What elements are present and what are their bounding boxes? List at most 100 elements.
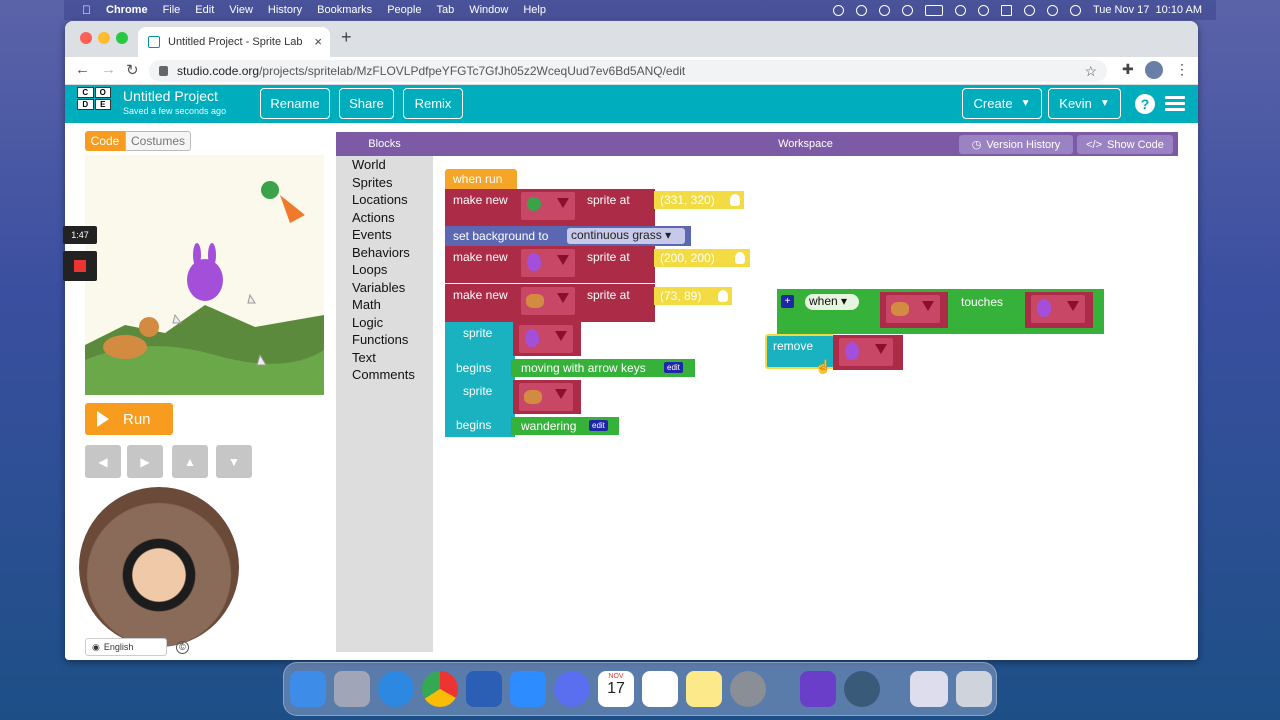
- menu-window[interactable]: Window: [469, 4, 508, 16]
- volume-icon[interactable]: [855, 4, 867, 16]
- copyright-icon[interactable]: ©: [176, 641, 189, 654]
- word-icon[interactable]: [466, 671, 502, 707]
- wifi-icon[interactable]: [954, 4, 966, 16]
- forward-arrow-icon[interactable]: →: [101, 61, 116, 78]
- costume-dropdown[interactable]: [521, 287, 575, 315]
- sprite-selector-block[interactable]: [513, 380, 581, 414]
- system-preferences-icon[interactable]: [730, 671, 766, 707]
- url-field[interactable]: studio.code.org/projects/spritelab/MzFLO…: [149, 60, 1107, 82]
- profile-avatar[interactable]: [1145, 61, 1163, 79]
- when-touches-event-block[interactable]: + when ▾ touches: [777, 289, 1104, 334]
- rename-button[interactable]: Rename: [260, 88, 330, 119]
- apple-menu-icon[interactable]: : [82, 3, 91, 17]
- siri-icon[interactable]: [1069, 4, 1081, 16]
- menu-file[interactable]: File: [163, 4, 181, 16]
- time-machine-icon[interactable]: [878, 4, 890, 16]
- sprite-selector-block[interactable]: [1025, 292, 1093, 328]
- hamburger-menu-icon[interactable]: [1165, 96, 1185, 112]
- category-logic[interactable]: Logic: [352, 315, 383, 330]
- make-new-sprite-block[interactable]: make new sprite at: [445, 246, 655, 283]
- location-value-block[interactable]: (73, 89): [654, 287, 732, 305]
- make-new-sprite-block[interactable]: make new sprite at: [445, 189, 655, 226]
- sprite-begins-behavior-block[interactable]: sprite begins: [445, 322, 515, 380]
- battery-icon[interactable]: [924, 4, 943, 16]
- create-dropdown[interactable]: Create ▼: [962, 88, 1042, 119]
- code-mode-toggle[interactable]: Code: [85, 131, 125, 151]
- flag-icon[interactable]: [1000, 4, 1012, 16]
- calendar-icon[interactable]: NOV 17: [598, 671, 634, 707]
- menu-edit[interactable]: Edit: [195, 4, 214, 16]
- category-comments[interactable]: Comments: [352, 367, 415, 382]
- costume-dropdown[interactable]: [1031, 295, 1085, 323]
- browser-tab[interactable]: Untitled Project - Sprite Lab ×: [138, 27, 330, 57]
- back-arrow-icon[interactable]: ←: [75, 61, 90, 78]
- category-actions[interactable]: Actions: [352, 210, 395, 225]
- imovie-icon[interactable]: [800, 671, 836, 707]
- browser-menu-icon[interactable]: ⋮: [1175, 61, 1189, 78]
- location-value-block[interactable]: (200, 200): [654, 249, 750, 267]
- close-window-button[interactable]: [80, 32, 92, 44]
- quicktime-icon[interactable]: [844, 671, 880, 707]
- reminders-icon[interactable]: [642, 671, 678, 707]
- game-stage[interactable]: [85, 155, 324, 395]
- category-variables[interactable]: Variables: [352, 280, 405, 295]
- screenshot-thumb-icon[interactable]: [910, 671, 948, 707]
- location-value-block[interactable]: (331, 320): [654, 191, 744, 209]
- help-icon[interactable]: ?: [1135, 94, 1155, 114]
- sprite-begins-behavior-block[interactable]: sprite begins: [445, 380, 515, 437]
- trash-icon[interactable]: [956, 671, 992, 707]
- menu-history[interactable]: History: [268, 4, 302, 16]
- costume-dropdown[interactable]: [839, 338, 893, 366]
- menu-chrome[interactable]: Chrome: [106, 4, 148, 16]
- right-arrow-button[interactable]: ▶: [127, 445, 163, 478]
- set-background-block[interactable]: set background to continuous grass ▾: [445, 226, 691, 246]
- bookmark-star-icon[interactable]: ☆: [1084, 60, 1097, 82]
- new-tab-button[interactable]: +: [341, 27, 352, 48]
- when-run-block[interactable]: when run: [445, 169, 517, 189]
- maximize-window-button[interactable]: [116, 32, 128, 44]
- minimize-window-button[interactable]: [98, 32, 110, 44]
- costume-dropdown[interactable]: [886, 295, 940, 323]
- language-select[interactable]: ◉ English: [85, 638, 167, 656]
- category-functions[interactable]: Functions: [352, 332, 408, 347]
- status-icon[interactable]: [832, 4, 844, 16]
- behavior-block[interactable]: wandering edit: [511, 417, 619, 435]
- location-picker-icon[interactable]: [735, 252, 745, 264]
- costume-dropdown[interactable]: [519, 325, 573, 353]
- sprite-selector-block[interactable]: [880, 292, 948, 328]
- extensions-puzzle-icon[interactable]: ✚: [1122, 61, 1134, 78]
- menu-help[interactable]: Help: [523, 4, 546, 16]
- category-text[interactable]: Text: [352, 350, 376, 365]
- menubar-clock[interactable]: Tue Nov 17 10:10 AM: [1093, 4, 1202, 16]
- flower-app-icon[interactable]: [554, 671, 590, 707]
- close-tab-icon[interactable]: ×: [314, 34, 322, 49]
- code-org-logo[interactable]: C O D E: [77, 87, 111, 121]
- sprite-selector-block[interactable]: [513, 322, 581, 356]
- menu-bookmarks[interactable]: Bookmarks: [317, 4, 372, 16]
- costumes-mode-toggle[interactable]: Costumes: [125, 131, 191, 151]
- stop-recording-button[interactable]: [63, 251, 97, 281]
- expand-plus-button[interactable]: +: [781, 295, 794, 308]
- down-arrow-button[interactable]: ▼: [216, 445, 252, 478]
- up-arrow-button[interactable]: ▲: [172, 445, 208, 478]
- safari-icon[interactable]: [378, 671, 414, 707]
- category-math[interactable]: Math: [352, 297, 381, 312]
- edit-behavior-button[interactable]: edit: [664, 362, 683, 373]
- share-button[interactable]: Share: [339, 88, 394, 119]
- menu-view[interactable]: View: [229, 4, 253, 16]
- control-center-icon[interactable]: [1046, 4, 1058, 16]
- run-button[interactable]: Run: [85, 403, 173, 435]
- costume-dropdown[interactable]: [521, 192, 575, 220]
- location-picker-icon[interactable]: [718, 290, 728, 302]
- user-dropdown[interactable]: Kevin ▼: [1048, 88, 1121, 119]
- remix-button[interactable]: Remix: [403, 88, 463, 119]
- show-code-button[interactable]: </> Show Code: [1077, 135, 1173, 154]
- menu-people[interactable]: People: [387, 4, 421, 16]
- background-dropdown[interactable]: continuous grass ▾: [567, 228, 685, 244]
- sprite-selector-block[interactable]: [833, 335, 903, 370]
- costume-dropdown[interactable]: [521, 249, 575, 277]
- category-world[interactable]: World: [352, 157, 386, 172]
- behavior-block[interactable]: moving with arrow keys edit: [511, 359, 695, 377]
- when-dropdown[interactable]: when ▾: [805, 294, 859, 310]
- zoom-icon[interactable]: [510, 671, 546, 707]
